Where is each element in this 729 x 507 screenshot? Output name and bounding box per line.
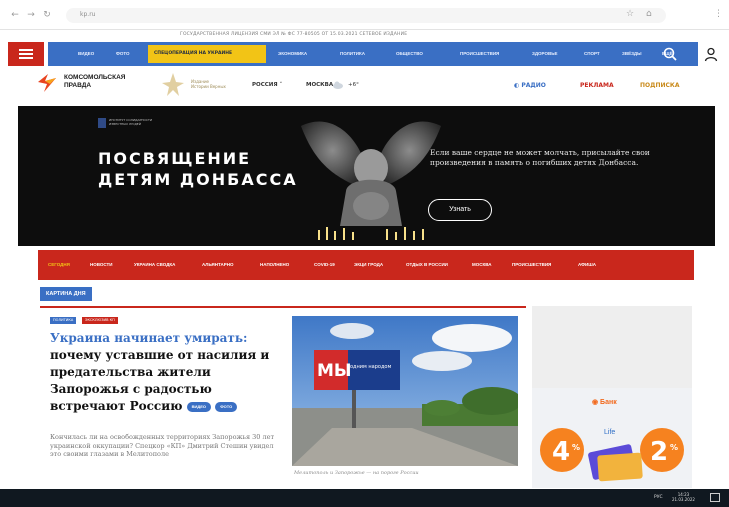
exclusive-badge: ЭКСКЛЮЗИВ КП (82, 317, 118, 324)
address-bar-text: kp.ru (80, 11, 96, 18)
ad-right-percent: % (670, 443, 678, 452)
ad-left-number: 4 (552, 437, 570, 467)
rubric-incidents[interactable]: ПРОИСШЕСТВИЯ (512, 262, 551, 267)
nav-item-society[interactable]: ОБЩЕСТВО (396, 51, 423, 56)
rubric-item[interactable]: ЭКЦИ ГРОДА (354, 262, 383, 267)
ad-life-text: Life (604, 429, 615, 436)
license-text: ГОСУДАРСТВЕННАЯ ЛИЦЕНЗИЯ СМИ ЭЛ № ФС 77-… (180, 32, 408, 37)
angel-statue-image (301, 121, 441, 240)
license-ticker: ГОСУДАРСТВЕННАЯ ЛИЦЕНЗИЯ СМИ ЭЛ № ФС 77-… (0, 30, 729, 41)
nav-item-stars[interactable]: ЗВЁЗДЫ (622, 51, 642, 56)
kp-logo-icon[interactable] (36, 72, 60, 94)
category-badge[interactable]: ПОЛИТИКА (50, 317, 77, 324)
os-taskbar: РУС 14:23 21.03.2022 (0, 489, 729, 507)
hamburger-line (19, 53, 33, 55)
headline-text: почему уставшие от насилия и предательст… (50, 348, 270, 413)
hamburger-line (19, 57, 33, 59)
nav-item-incidents[interactable]: ПРОИСШЕСТВИЯ (460, 51, 499, 56)
nav-item-video[interactable]: ВИДЕО (78, 51, 94, 56)
learn-more-button[interactable]: Узнать (428, 199, 492, 221)
emblem-icon (162, 73, 184, 96)
reload-icon[interactable]: ↻ (42, 10, 52, 20)
temperature: +6° (348, 82, 359, 88)
rubric-today[interactable]: СЕГОДНЯ (48, 262, 70, 267)
rubric-moscow[interactable]: МОСКВА (472, 262, 492, 267)
site-logo-text[interactable]: КОМСОМОЛЬСКАЯ ПРАВДА (64, 74, 125, 89)
nav-item-special-operation-label: СПЕЦОПЕРАЦИЯ НА УКРАИНЕ (154, 51, 233, 56)
notifications-icon[interactable] (710, 493, 720, 502)
nav-item-health[interactable]: ЗДОРОВЬЕ (532, 51, 557, 56)
subscription-link[interactable]: ПОДПИСКА (640, 82, 679, 89)
country-select[interactable]: РОССИЯ ˅ (252, 82, 282, 88)
rubric-covid[interactable]: COVID-19 (314, 262, 335, 267)
institute-caption: ИНСТИТУТ СОЛИДАРНОСТИ ИЗВЕСТНЫХ ЛЮДЕЙ (109, 118, 153, 126)
browser-toolbar: ← → ↻ kp.ru ☆ ⌂ ⋮ (0, 0, 729, 30)
search-icon[interactable] (662, 46, 678, 62)
rubric-news[interactable]: НОВОСТИ (90, 262, 113, 267)
user-account-icon[interactable] (703, 46, 719, 62)
top-navigation: ВИДЕО ФОТО СПЕЦОПЕРАЦИЯ НА УКРАИНЕ ЭКОНО… (8, 42, 720, 66)
ad-left-percent: % (572, 443, 580, 452)
cloud-icon (333, 81, 343, 89)
rubric-ukraine[interactable]: УКРАИНА СВОДКА (134, 262, 175, 267)
rubric-afisha[interactable]: АФИША (578, 262, 596, 267)
rubric-item[interactable]: НАПОЛНЕНО (260, 262, 289, 267)
billboard-small-text: одним народом (350, 364, 391, 370)
hamburger-menu-button[interactable] (8, 42, 44, 66)
back-icon[interactable]: ← (10, 10, 20, 20)
banner-title-line-1: ПОСВЯЩЕНИЕ (98, 149, 252, 168)
hamburger-line (19, 49, 33, 51)
rubric-item[interactable]: АЛЬЯНТАРНО (202, 262, 233, 267)
address-bar[interactable] (66, 8, 666, 23)
billboard-big-text: МЫ (317, 361, 352, 381)
ad-right-number: 2 (650, 437, 668, 467)
city-select[interactable]: МОСКВА (306, 82, 333, 88)
logo-line-2: ПРАВДА (64, 81, 92, 89)
video-badge: ВИДЕО (186, 401, 212, 412)
banner-title: ПОСВЯЩЕНИЕ ДЕТЯМ ДОНБАССА (98, 148, 298, 190)
banner-title-line-2: ДЕТЯМ ДОНБАССА (98, 170, 298, 189)
radio-link[interactable]: ◐ РАДИО (514, 82, 546, 89)
promo-banner[interactable]: ИНСТИТУТ СОЛИДАРНОСТИ ИЗВЕСТНЫХ ЛЮДЕЙ ПО… (18, 106, 715, 246)
headline-highlight: Украина начинает умирать: (50, 331, 248, 345)
section-nav-bar: ВИДЕО ФОТО СПЕЦОПЕРАЦИЯ НА УКРАИНЕ ЭКОНО… (48, 42, 698, 66)
section-divider (40, 306, 526, 308)
photo-caption: Мелитополь и Запорожье — на пороге Росси… (294, 470, 419, 476)
nav-item-photo[interactable]: ФОТО (116, 51, 129, 56)
emblem-caption-line-2: Истории Верных (191, 84, 226, 89)
ad-brand: ◉ Банк (592, 399, 617, 406)
rubric-travel[interactable]: ОТДЫХ В РОССИИ (406, 262, 448, 267)
brand-row: КОМСОМОЛЬСКАЯ ПРАВДА Издание Истории Вер… (36, 70, 716, 102)
clock-date: 21.03.2022 (672, 497, 695, 502)
rubric-nav-bar: СЕГОДНЯ НОВОСТИ УКРАИНА СВОДКА АЛЬЯНТАРН… (38, 250, 694, 280)
forward-icon[interactable]: → (26, 10, 36, 20)
nav-item-sport[interactable]: СПОРТ (584, 51, 600, 56)
article-lead[interactable]: Кончилась ли на освобожденных территория… (50, 433, 280, 459)
home-icon[interactable]: ⌂ (646, 9, 652, 19)
nav-item-special-operation[interactable]: СПЕЦОПЕРАЦИЯ НА УКРАИНЕ (148, 45, 266, 63)
language-indicator[interactable]: РУС (654, 495, 663, 500)
nav-item-politics[interactable]: ПОЛИТИКА (340, 51, 365, 56)
browser-menu-icon[interactable]: ⋮ (714, 9, 723, 19)
bank-advertisement[interactable]: ◉ Банк 4 % 2 % Life (532, 388, 692, 488)
taskbar-clock[interactable]: 14:23 21.03.2022 (672, 492, 695, 502)
institute-logo-icon (98, 118, 106, 128)
article-photo[interactable]: МЫ одним народом (292, 316, 518, 466)
nav-item-economy[interactable]: ЭКОНОМИКА (278, 51, 307, 56)
article-headline[interactable]: Украина начинает умирать: почему уставши… (50, 330, 282, 415)
bookmark-icon[interactable]: ☆ (626, 9, 634, 19)
photo-badge: ФОТО (215, 401, 238, 412)
advertising-link[interactable]: РЕКЛАМА (580, 82, 614, 89)
section-heading: КАРТИНА ДНЯ (40, 287, 92, 301)
logo-line-1: КОМСОМОЛЬСКАЯ (64, 74, 126, 81)
emblem-caption: Издание Истории Верных (191, 79, 226, 89)
banner-description: Если ваше сердце не может молчать, присы… (430, 148, 650, 167)
